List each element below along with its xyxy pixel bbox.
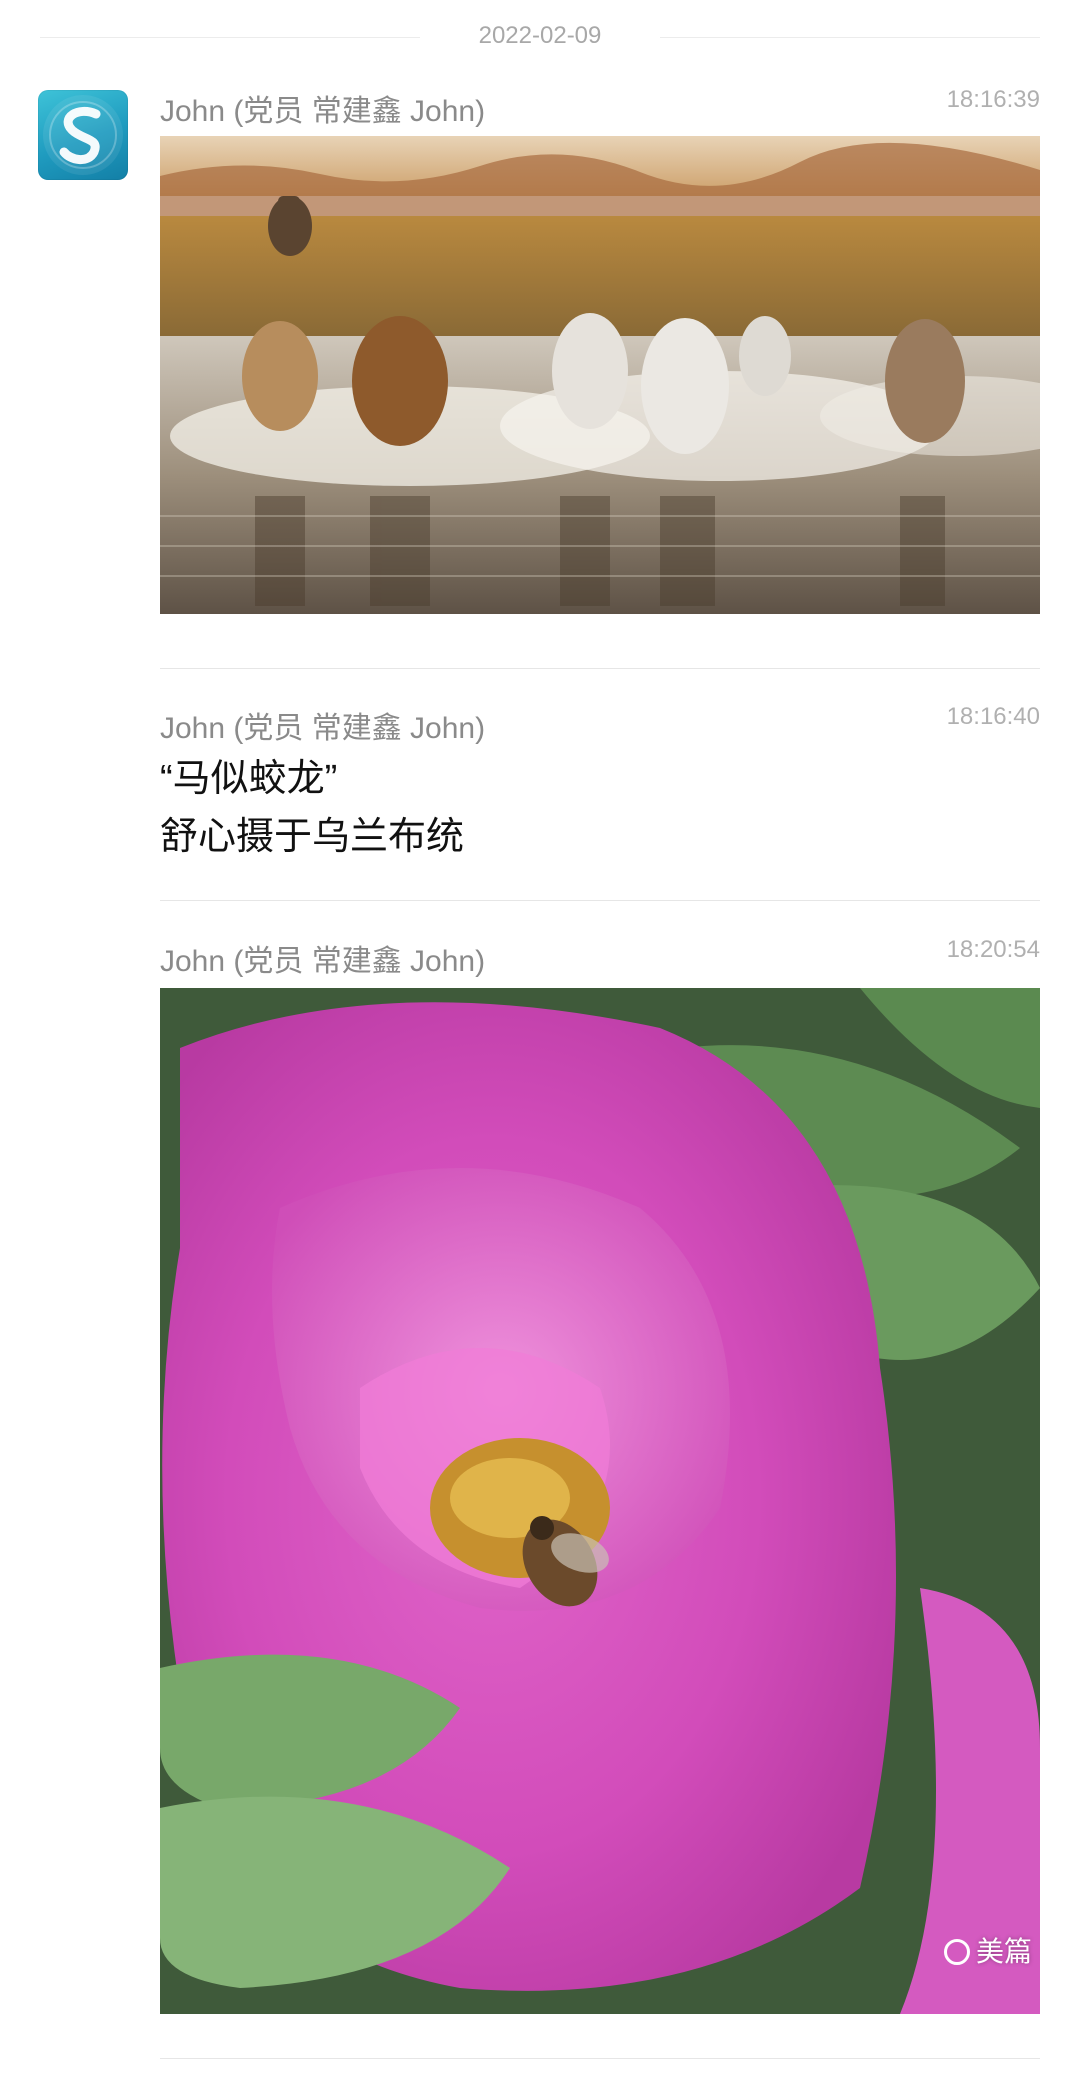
message-time: 18:20:54 [946, 936, 1040, 963]
message-sender: John (党员 常建鑫 John) [160, 95, 486, 128]
message-sender: John (党员 常建鑫 John) [160, 945, 486, 978]
date-separator: 2022-02-09 [40, 18, 1040, 58]
message-text[interactable]: “马似蛟龙” 舒心摄于乌兰布统 [160, 750, 464, 866]
message-time: 18:16:40 [946, 703, 1040, 730]
message-divider [160, 668, 1040, 669]
message-divider [160, 2058, 1040, 2059]
photo-peony[interactable] [160, 988, 1040, 2014]
photo-horses[interactable] [160, 136, 1040, 614]
date-separator-line-right [660, 37, 1040, 38]
message-text-line: 舒心摄于乌兰布统 [160, 816, 465, 858]
message-time: 18:16:39 [946, 86, 1040, 113]
message-text-line: “马似蛟龙” [160, 758, 338, 800]
meipian-logo-icon [943, 1939, 970, 1965]
message-sender: John (党员 常建鑫 John) [160, 712, 486, 745]
app-logo-icon[interactable] [38, 90, 128, 180]
message-divider [160, 900, 1040, 901]
date-label: 2022-02-09 [478, 22, 602, 49]
watermark: 美篇 [943, 1930, 1032, 1970]
watermark-label: 美篇 [975, 1936, 1032, 1967]
